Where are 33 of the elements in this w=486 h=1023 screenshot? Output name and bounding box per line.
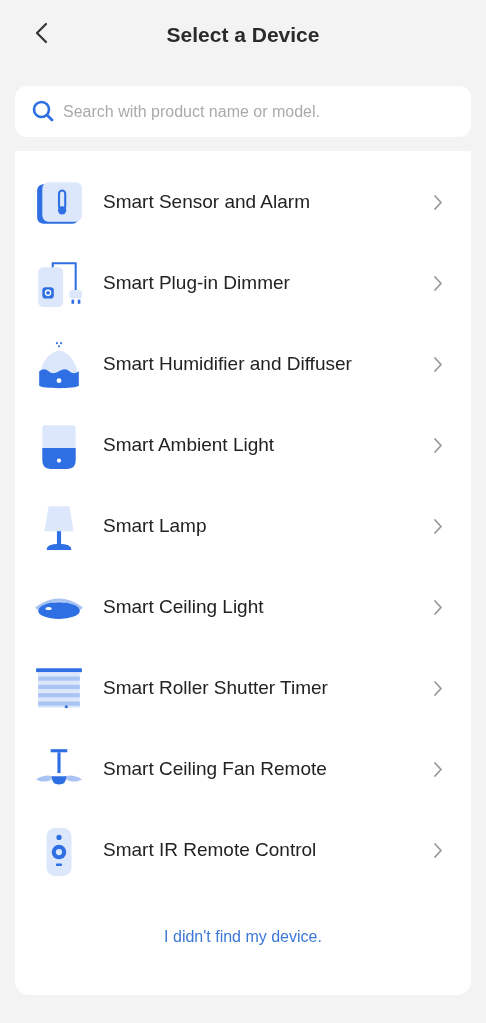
device-name: Smart Plug-in Dimmer	[103, 271, 291, 296]
chevron-right-icon	[433, 437, 443, 454]
chevron-right-icon	[433, 275, 443, 292]
chevron-right-icon	[433, 842, 443, 859]
device-row[interactable]: Smart Humidifier and Diffuser	[15, 324, 471, 405]
chevron-right-icon	[433, 356, 443, 373]
device-row[interactable]: Smart IR Remote Control	[15, 810, 471, 891]
chevron-right-icon	[433, 761, 443, 778]
page-title: Select a Device	[166, 22, 320, 48]
device-row[interactable]: Smart Plug-in Dimmer	[15, 243, 471, 324]
device-row[interactable]: Smart Ceiling Fan Remote	[15, 729, 471, 810]
chevron-right-icon	[433, 518, 443, 535]
not-found-link[interactable]: I didn't find my device.	[164, 925, 322, 949]
device-name: Smart IR Remote Control	[103, 838, 318, 863]
device-name: Smart Ceiling Light	[103, 595, 265, 620]
search-icon	[31, 99, 55, 123]
device-row[interactable]: Smart Sensor and Alarm	[15, 162, 471, 243]
device-name: Smart Roller Shutter Timer	[103, 676, 329, 701]
search-field[interactable]: Search with product name or model.	[15, 86, 471, 137]
device-name: Smart Ambient Light	[103, 433, 276, 458]
device-row[interactable]: Smart Roller Shutter Timer	[15, 648, 471, 729]
device-name: Smart Sensor and Alarm	[103, 190, 311, 215]
chevron-right-icon	[433, 194, 443, 211]
device-row[interactable]: Smart Lamp	[15, 486, 471, 567]
device-row[interactable]: Smart Ambient Light	[15, 405, 471, 486]
device-name: Smart Lamp	[103, 514, 208, 539]
chevron-right-icon	[433, 680, 443, 697]
device-row[interactable]: Smart Ceiling Light	[15, 567, 471, 648]
ceiling-light-icon	[34, 596, 84, 619]
device-name: Smart Humidifier and Diffuser	[103, 352, 353, 377]
chevron-left-icon	[34, 22, 48, 44]
device-name: Smart Ceiling Fan Remote	[103, 757, 328, 782]
chevron-right-icon	[433, 599, 443, 616]
